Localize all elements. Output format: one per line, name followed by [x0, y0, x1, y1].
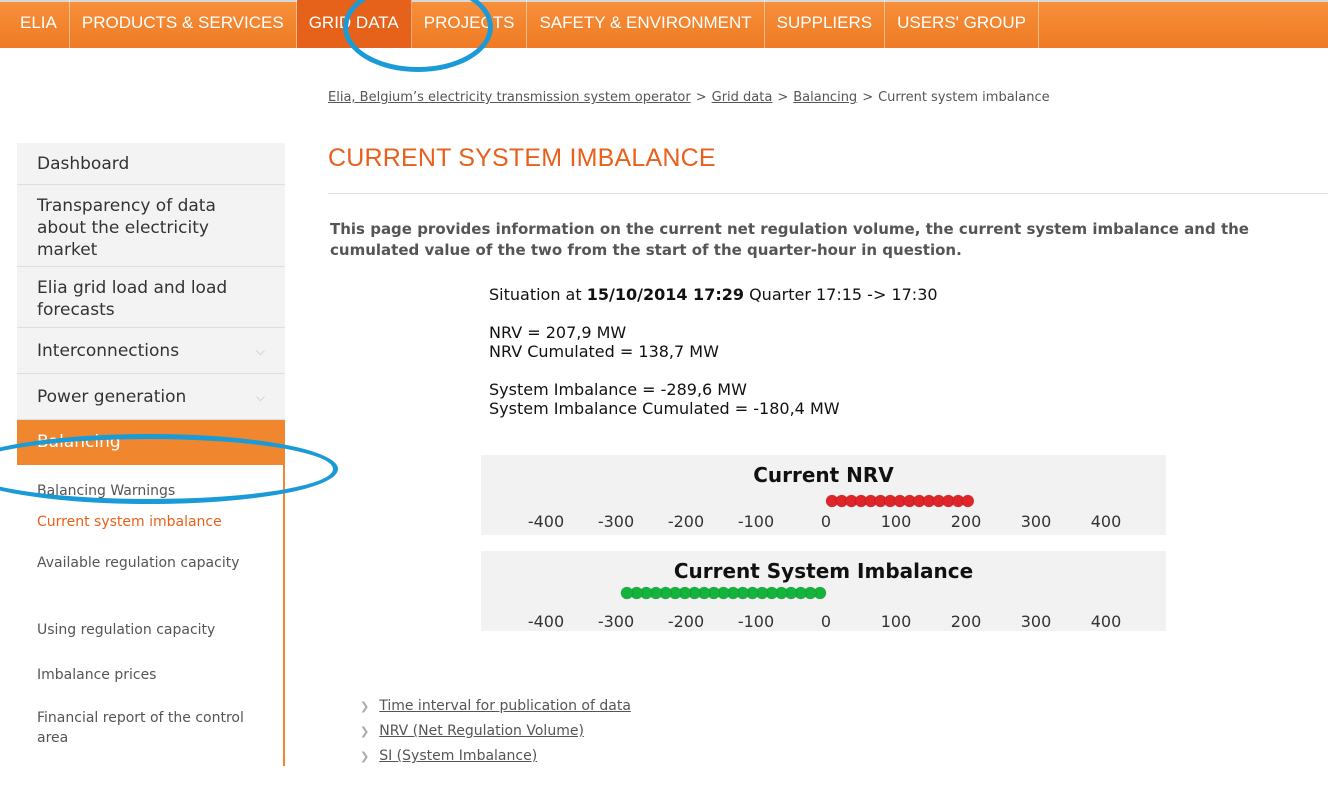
situation-quarter: Quarter 17:15 -> 17:30 [749, 285, 938, 304]
title-divider [328, 193, 1328, 194]
axis-tick-label: -100 [738, 512, 774, 531]
sidebar-item-transparency[interactable]: Transparency of data about the electrici… [17, 185, 285, 267]
axis-tick-label: 200 [951, 512, 982, 531]
axis-tick-label: 400 [1091, 612, 1122, 631]
link-row: ❯ NRV (Net Regulation Volume) [360, 720, 631, 745]
axis-tick-label: 300 [1021, 512, 1052, 531]
axis-tick-label: 200 [951, 612, 982, 631]
sidebar-subitem-imbalance-prices[interactable]: Imbalance prices [17, 663, 283, 706]
link-row: ❯ SI (System Imbalance) [360, 745, 631, 770]
sidebar-submenu-balancing: Balancing Warnings Current system imbala… [17, 465, 285, 766]
top-navigation: ELIA PRODUCTS & SERVICES GRID DATA PROJE… [0, 0, 1328, 48]
breadcrumb-link-balancing[interactable]: Balancing [793, 90, 857, 105]
sidebar-item-label: Transparency of data about the electrici… [37, 196, 216, 260]
link-nrv[interactable]: NRV (Net Regulation Volume) [379, 723, 584, 739]
sidebar-subitem-financial-report[interactable]: Financial report of the control area [17, 706, 283, 766]
si-value: System Imbalance = -289,6 MW [489, 380, 747, 399]
intro-text: This page provides information on the cu… [330, 220, 1249, 259]
chevron-down-icon: ⌵ [255, 343, 265, 358]
status-block: Situation at 15/10/2014 17:29 Quarter 17… [489, 285, 938, 418]
gauge-bead [961, 494, 975, 508]
related-links: ❯ Time interval for publication of data ❯… [360, 695, 631, 770]
link-time-interval[interactable]: Time interval for publication of data [379, 698, 631, 714]
sidebar-item-label: Power generation [37, 387, 187, 407]
gauge-bead [620, 586, 634, 600]
nrv-value: NRV = 207,9 MW [489, 323, 627, 342]
nrv-gauge: Current NRV -400 -300 -200 -100 0 100 200 300 40… [481, 455, 1166, 535]
sidebar-subitem-available-regulation-capacity[interactable]: Available regulation capacity [17, 551, 283, 618]
axis-tick-label: -200 [668, 612, 704, 631]
chevron-right-icon: ❯ [360, 725, 370, 738]
nav-item-users-group[interactable]: USERS' GROUP [885, 0, 1039, 48]
situation-timestamp: 15/10/2014 17:29 [586, 285, 744, 304]
link-si[interactable]: SI (System Imbalance) [379, 748, 537, 764]
link-row: ❯ Time interval for publication of data [360, 695, 631, 720]
chevron-down-icon: ⌵ [255, 389, 265, 404]
breadcrumb-link-home[interactable]: Elia, Belgium’s electricity transmission… [328, 90, 691, 105]
balancing-highlight-circle [0, 434, 338, 504]
nav-item-elia[interactable]: ELIA [8, 0, 70, 48]
chevron-right-icon: ❯ [360, 750, 370, 763]
axis-tick-label: -300 [598, 512, 634, 531]
nav-item-products-services[interactable]: PRODUCTS & SERVICES [70, 0, 297, 48]
nrv-gauge-svg: -400 -300 -200 -100 0 100 200 300 400 [528, 494, 1122, 531]
page-title: CURRENT SYSTEM IMBALANCE [328, 144, 716, 172]
axis-tick-label: -300 [598, 612, 634, 631]
sidebar-item-interconnections[interactable]: Interconnections ⌵ [17, 328, 285, 374]
breadcrumb-link-grid-data[interactable]: Grid data [712, 90, 773, 105]
axis-tick-label: -400 [528, 512, 564, 531]
axis-tick-label: 100 [881, 612, 912, 631]
breadcrumb-separator: > [777, 90, 789, 105]
axis-tick-label: -400 [528, 612, 564, 631]
sidebar-item-dashboard[interactable]: Dashboard [17, 143, 285, 185]
sidebar-item-label: Interconnections [37, 341, 180, 361]
breadcrumb-current: Current system imbalance [878, 90, 1050, 105]
system-imbalance-gauge: Current System Imbalance -400 -300 -200 -10… [481, 551, 1166, 631]
sidebar-subitem-using-regulation-capacity[interactable]: Using regulation capacity [17, 618, 283, 663]
breadcrumb: Elia, Belgium’s electricity transmission… [328, 90, 1050, 105]
axis-tick-label: 0 [821, 612, 831, 631]
chevron-right-icon: ❯ [360, 700, 370, 713]
grid-data-highlight-circle [343, 0, 493, 72]
sidebar-item-label: Elia grid load and load forecasts [37, 278, 228, 320]
nav-item-safety-environment[interactable]: SAFETY & ENVIRONMENT [527, 0, 765, 48]
system-imbalance-gauge-svg: -400 -300 -200 -100 0 100 200 300 400 [528, 586, 1122, 631]
si-cumulated-value: System Imbalance Cumulated = -180,4 MW [489, 399, 840, 418]
axis-tick-label: 100 [881, 512, 912, 531]
nav-item-suppliers[interactable]: SUPPLIERS [765, 0, 886, 48]
nrv-cumulated-value: NRV Cumulated = 138,7 MW [489, 342, 719, 361]
axis-tick-label: 400 [1091, 512, 1122, 531]
breadcrumb-separator: > [695, 90, 707, 105]
sidebar-subitem-current-system-imbalance[interactable]: Current system imbalance [17, 508, 283, 551]
situation-prefix: Situation at [489, 285, 582, 304]
sidebar-item-grid-load[interactable]: Elia grid load and load forecasts [17, 267, 285, 328]
sidebar-item-power-generation[interactable]: Power generation ⌵ [17, 374, 285, 420]
sidebar-item-label: Dashboard [37, 154, 130, 174]
si-block: System Imbalance = -289,6 MW System Imba… [489, 380, 938, 418]
situation-line: Situation at 15/10/2014 17:29 Quarter 17… [489, 285, 938, 304]
nrv-block: NRV = 207,9 MW NRV Cumulated = 138,7 MW [489, 323, 938, 361]
axis-tick-label: -200 [668, 512, 704, 531]
axis-tick-label: 300 [1021, 612, 1052, 631]
breadcrumb-separator: > [862, 90, 874, 105]
axis-tick-label: -100 [738, 612, 774, 631]
axis-tick-label: 0 [821, 512, 831, 531]
nav-items: ELIA PRODUCTS & SERVICES GRID DATA PROJE… [8, 0, 1039, 48]
